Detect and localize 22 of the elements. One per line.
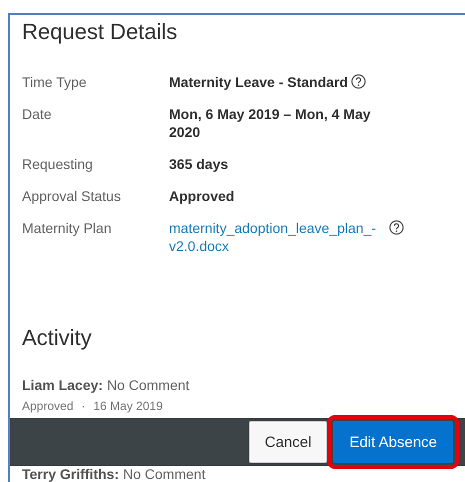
activity-status: Approved xyxy=(22,399,74,413)
activity-comment: No Comment xyxy=(122,466,206,482)
activity-comment: No Comment xyxy=(106,377,190,393)
field-label: Requesting xyxy=(22,155,94,173)
help-icon[interactable] xyxy=(389,220,404,235)
file-link[interactable]: maternity_adoption_leave_plan_- v2.0.docx xyxy=(169,219,386,255)
field-label: Maternity Plan xyxy=(22,219,112,238)
section-title: Activity xyxy=(22,325,92,351)
field-value: 365 days xyxy=(169,155,228,173)
activity-author: Terry Griffiths: xyxy=(22,466,119,482)
separator-dot: · xyxy=(81,399,86,413)
section-title: Request Details xyxy=(22,19,178,45)
help-icon[interactable] xyxy=(350,74,366,89)
field-value: Mon, 6 May 2019 – Mon, 4 May 2020 xyxy=(169,105,372,141)
field-value: Approved xyxy=(169,187,234,205)
field-label: Time Type xyxy=(22,73,88,91)
activity-author: Liam Lacey: xyxy=(22,377,103,393)
activity-date: 16 May 2019 xyxy=(93,399,163,413)
field-label: Approval Status xyxy=(22,187,122,205)
field-value: Maternity Leave - Standard xyxy=(169,73,348,91)
secondary-button[interactable]: Cancel xyxy=(248,421,328,463)
field-label: Date xyxy=(22,105,53,124)
